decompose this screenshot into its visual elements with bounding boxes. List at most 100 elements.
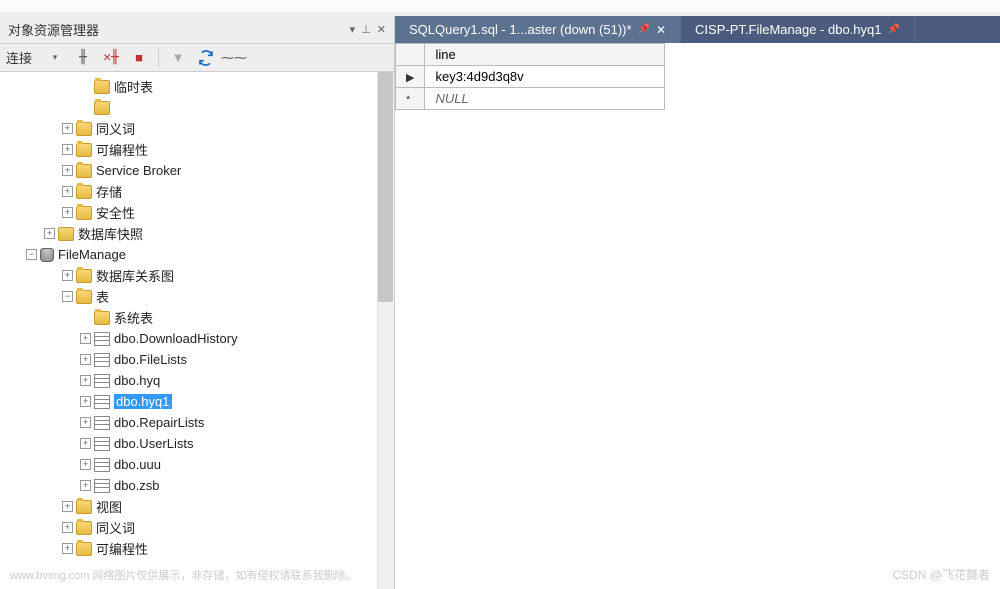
- expand-icon[interactable]: +: [80, 333, 91, 344]
- activity-icon[interactable]: ⁓⁓: [225, 49, 243, 67]
- pin-icon[interactable]: 📌: [887, 24, 899, 35]
- folder-icon: [94, 80, 110, 94]
- tree-node[interactable]: + 可编程性: [0, 139, 394, 160]
- close-icon[interactable]: ✕: [656, 23, 666, 37]
- row-header[interactable]: *: [396, 88, 425, 110]
- table-icon: [94, 332, 110, 346]
- tree-node[interactable]: + dbo.DownloadHistory: [0, 328, 394, 349]
- expand-icon[interactable]: +: [62, 207, 73, 218]
- tree-node[interactable]: +dbo.uuu: [0, 454, 394, 475]
- tree-node[interactable]: + 数据库关系图: [0, 265, 394, 286]
- tree-node[interactable]: +dbo.FileLists: [0, 349, 394, 370]
- expand-icon[interactable]: +: [80, 459, 91, 470]
- tab-bar: SQLQuery1.sql - 1...aster (down (51))* 📌 ✕…: [395, 16, 1000, 43]
- db-icon: [40, 248, 54, 262]
- folder-icon: [76, 521, 92, 535]
- tree-node[interactable]: + 同义词: [0, 517, 394, 538]
- expand-icon[interactable]: +: [80, 375, 91, 386]
- tree-node-label: 安全性: [96, 203, 135, 222]
- expand-icon[interactable]: +: [80, 396, 91, 407]
- folder-icon: [76, 143, 92, 157]
- table-icon: [94, 437, 110, 451]
- table-icon: [94, 479, 110, 493]
- expand-icon[interactable]: +: [80, 417, 91, 428]
- folder-icon: [76, 164, 92, 178]
- tree-node[interactable]: 临时表: [0, 76, 394, 97]
- tree-node[interactable]: +dbo.zsb: [0, 475, 394, 496]
- grid-cell[interactable]: NULL: [425, 88, 665, 110]
- expand-icon[interactable]: +: [62, 144, 73, 155]
- scrollbar-thumb[interactable]: [378, 72, 393, 302]
- connect-icon[interactable]: ╫: [74, 49, 92, 67]
- tree-node[interactable]: +可编程性: [0, 538, 394, 559]
- connect-label[interactable]: 连接: [6, 48, 32, 67]
- column-header[interactable]: line: [425, 44, 665, 66]
- folder-icon: [76, 500, 92, 514]
- tree-node[interactable]: +视图: [0, 496, 394, 517]
- tree-node[interactable]: + 存储: [0, 181, 394, 202]
- document-tab[interactable]: CISP-PT.FileManage - dbo.hyq1📌: [681, 16, 915, 43]
- pin-icon[interactable]: 📌: [638, 24, 650, 35]
- filter-icon[interactable]: ▼: [169, 49, 187, 67]
- expand-icon[interactable]: +: [80, 480, 91, 491]
- results-grid[interactable]: line ▶key3:4d9d3q8v*NULL: [395, 43, 665, 110]
- table-row[interactable]: ▶key3:4d9d3q8v: [396, 66, 665, 88]
- tree-node[interactable]: − FileManage: [0, 244, 394, 265]
- tree-node-label: FileManage: [58, 247, 126, 262]
- tree-node-label: 数据库关系图: [96, 266, 174, 285]
- refresh-icon[interactable]: [197, 49, 215, 67]
- tree-node[interactable]: +dbo.hyq: [0, 370, 394, 391]
- expand-icon[interactable]: +: [62, 270, 73, 281]
- collapse-icon[interactable]: −: [62, 291, 73, 302]
- tree-node[interactable]: +dbo.hyq1: [0, 391, 394, 412]
- expand-icon[interactable]: +: [62, 543, 73, 554]
- table-row[interactable]: *NULL: [396, 88, 665, 110]
- tree-node[interactable]: + Service Broker: [0, 160, 394, 181]
- tree-node-label: Service Broker: [96, 163, 181, 178]
- folder-icon: [76, 206, 92, 220]
- tree-node-label: 可编程性: [96, 140, 148, 159]
- tree-node-label: 同义词: [96, 119, 135, 138]
- expand-icon[interactable]: +: [62, 165, 73, 176]
- tree-node[interactable]: +dbo.RepairLists: [0, 412, 394, 433]
- pin-icon[interactable]: ⊥: [361, 23, 371, 36]
- tree-node-label: 存储: [96, 182, 122, 201]
- expand-icon[interactable]: +: [80, 354, 91, 365]
- expand-icon[interactable]: +: [62, 501, 73, 512]
- tree-node[interactable]: + 同义词: [0, 118, 394, 139]
- expander-spacer: [80, 81, 91, 92]
- expand-icon[interactable]: +: [80, 438, 91, 449]
- stop-icon[interactable]: ■: [130, 49, 148, 67]
- row-header[interactable]: ▶: [396, 66, 425, 88]
- tree-node[interactable]: +数据库快照: [0, 223, 394, 244]
- tree-node-label: 同义词: [96, 518, 135, 537]
- folder-icon: [94, 101, 110, 115]
- dropdown-icon[interactable]: ▾: [46, 49, 64, 67]
- table-icon: [94, 458, 110, 472]
- disconnect-icon[interactable]: ✕╫: [102, 49, 120, 67]
- panel-title: 对象资源管理器: [8, 20, 99, 39]
- expand-icon[interactable]: +: [62, 522, 73, 533]
- scrollbar[interactable]: [377, 72, 394, 589]
- tree-node[interactable]: + 安全性: [0, 202, 394, 223]
- tree-node[interactable]: 系统表: [0, 307, 394, 328]
- tree-view[interactable]: 临时表+同义词+可编程性+Service Broker+存储+安全性+数据库快照…: [0, 72, 394, 589]
- close-icon[interactable]: ✕: [377, 23, 386, 36]
- tree-node[interactable]: +dbo.UserLists: [0, 433, 394, 454]
- panel-header: 对象资源管理器 ▾ ⊥ ✕: [0, 16, 394, 44]
- tree-node[interactable]: [0, 97, 394, 118]
- tree-node[interactable]: −表: [0, 286, 394, 307]
- document-tab[interactable]: SQLQuery1.sql - 1...aster (down (51))* 📌 ✕: [395, 16, 681, 43]
- table-icon: [94, 416, 110, 430]
- dropdown-icon[interactable]: ▾: [350, 23, 356, 36]
- expand-icon[interactable]: +: [62, 186, 73, 197]
- tree-node-label: dbo.DownloadHistory: [114, 331, 238, 346]
- expand-icon[interactable]: +: [62, 123, 73, 134]
- document-area: SQLQuery1.sql - 1...aster (down (51))* 📌 ✕…: [395, 16, 1000, 589]
- collapse-icon[interactable]: −: [26, 249, 37, 260]
- separator: [158, 49, 159, 67]
- expand-icon[interactable]: +: [44, 228, 55, 239]
- folder-icon: [76, 122, 92, 136]
- tab-label: SQLQuery1.sql - 1...aster (down (51))*: [409, 22, 632, 37]
- grid-cell[interactable]: key3:4d9d3q8v: [425, 66, 665, 88]
